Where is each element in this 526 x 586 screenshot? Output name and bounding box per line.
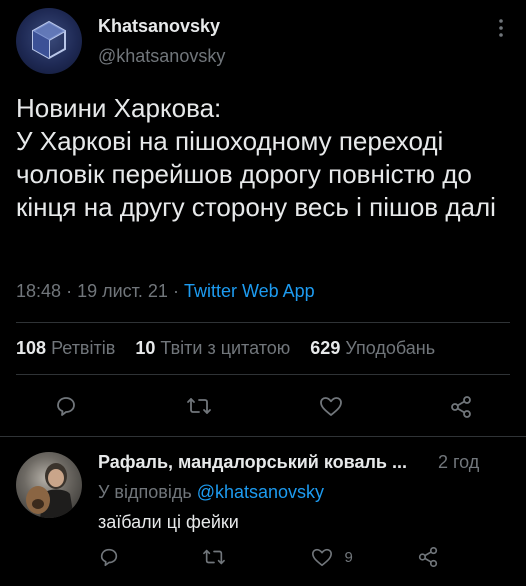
- likes-stat[interactable]: 629 Уподобань: [310, 338, 435, 358]
- retweet-arrows-icon: [203, 549, 225, 565]
- person-with-dog-photo: [26, 463, 74, 518]
- quotes-stat[interactable]: 10 Твіти з цитатою: [135, 338, 290, 358]
- like-button[interactable]: [318, 394, 344, 423]
- tweet-meta: 18:48 · 19 лист. 21 · Twitter Web App: [16, 281, 315, 302]
- meta-separator: ·: [172, 281, 179, 301]
- reply-author-name[interactable]: Рафаль, мандалорський коваль ...: [98, 452, 407, 472]
- author-name[interactable]: Khatsanovsky: [98, 16, 220, 37]
- reply-like-count: 9: [344, 548, 353, 566]
- retweet-button[interactable]: [186, 394, 212, 423]
- author-handle[interactable]: @khatsanovsky: [98, 46, 225, 67]
- tweet-text: Новини Харкова: У Харкові на пішоходному…: [16, 93, 496, 222]
- reply-text: заїбали ці фейки: [98, 512, 239, 532]
- reply-header: Рафаль, мандалорський коваль ...: [98, 452, 407, 473]
- reply-context: У відповідь @khatsanovsky: [98, 482, 324, 503]
- share-nodes-icon: [418, 546, 438, 568]
- reply-to-handle[interactable]: @khatsanovsky: [197, 482, 324, 502]
- reply-retweet-button[interactable]: [202, 546, 226, 573]
- divider: [16, 374, 510, 375]
- divider: [16, 322, 510, 323]
- author-logo-icon: [32, 20, 66, 60]
- tweet-stats: 108 Ретвітів 10 Твіти з цитатою 629 Упод…: [16, 338, 435, 359]
- reply-reply-button[interactable]: [98, 546, 120, 573]
- reply-prefix: У відповідь: [98, 482, 192, 502]
- tweet-date[interactable]: 19 лист. 21: [77, 281, 168, 301]
- reply-author-avatar[interactable]: [16, 452, 82, 518]
- retweets-stat[interactable]: 108 Ретвітів: [16, 338, 115, 358]
- retweet-arrows-icon: [187, 398, 211, 414]
- tweet-time[interactable]: 18:48: [16, 281, 61, 301]
- share-nodes-icon: [451, 396, 471, 418]
- meta-separator: ·: [66, 281, 73, 301]
- share-button[interactable]: [448, 394, 474, 425]
- tweet-source[interactable]: Twitter Web App: [184, 281, 315, 301]
- reply-like-button[interactable]: 9: [310, 546, 353, 568]
- divider: [0, 436, 526, 437]
- author-avatar[interactable]: [16, 8, 82, 74]
- speech-bubble-icon: [100, 548, 118, 567]
- reply-time[interactable]: 2 год: [438, 452, 479, 473]
- reply-share-button[interactable]: [416, 545, 440, 574]
- heart-icon: [312, 548, 332, 567]
- reply-button[interactable]: [54, 394, 78, 423]
- speech-bubble-icon: [57, 397, 75, 416]
- more-vertical-icon[interactable]: [494, 16, 508, 40]
- heart-icon: [320, 397, 342, 416]
